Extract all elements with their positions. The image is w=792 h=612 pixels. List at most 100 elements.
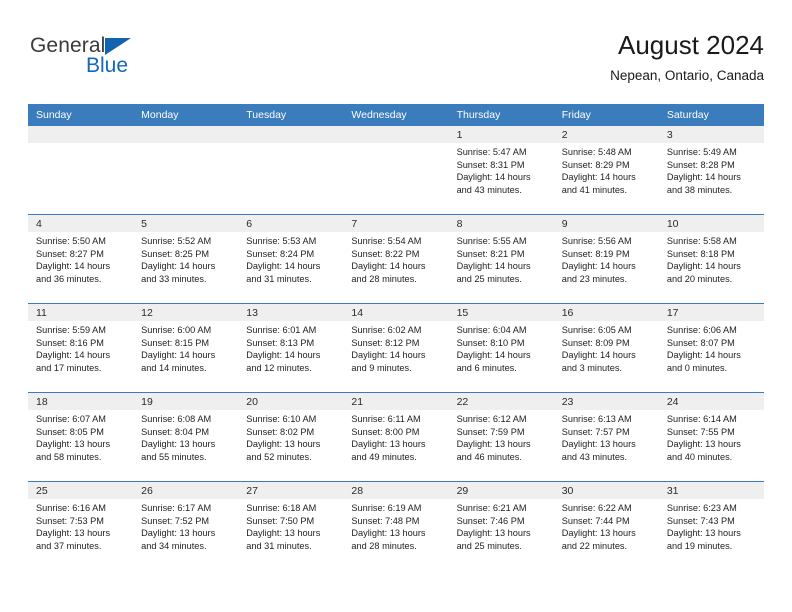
day-cell[interactable]: 8 Sunrise: 5:55 AM Sunset: 8:21 PM Dayli… [448,214,554,304]
sunset-text: Sunset: 8:16 PM [36,337,104,348]
day-cell[interactable]: 4 Sunrise: 5:50 AM Sunset: 8:27 PM Dayli… [28,214,134,304]
weekday-header-monday: Monday [133,104,239,126]
sunrise-text: Sunrise: 6:18 AM [246,503,317,513]
daylight-text-line2: and 31 minutes. [246,540,312,551]
daylight-text-line1: Daylight: 13 hours [246,439,321,450]
day-cell[interactable]: 18 Sunrise: 6:07 AM Sunset: 8:05 PM Dayl… [28,392,134,482]
day-cell[interactable]: 28 Sunrise: 6:19 AM Sunset: 7:48 PM Dayl… [343,481,449,570]
day-cell[interactable]: 6 Sunrise: 5:53 AM Sunset: 8:24 PM Dayli… [238,214,344,304]
day-cell[interactable]: 21 Sunrise: 6:11 AM Sunset: 8:00 PM Dayl… [343,392,449,482]
calendar-grid: Sunday Monday Tuesday Wednesday Thursday… [28,104,764,570]
day-cell[interactable]: 13 Sunrise: 6:01 AM Sunset: 8:13 PM Dayl… [238,303,344,393]
daylight-text-line2: and 25 minutes. [456,273,522,284]
day-cell[interactable]: 5 Sunrise: 5:52 AM Sunset: 8:25 PM Dayli… [133,214,239,304]
brand-name-general: General [30,34,106,57]
day-number: 22 [448,393,554,410]
sunrise-text: Sunrise: 6:14 AM [666,414,737,424]
day-cell[interactable]: 16 Sunrise: 6:05 AM Sunset: 8:09 PM Dayl… [553,303,659,393]
brand-logo[interactable]: General Blue [30,34,230,90]
day-cell[interactable]: 29 Sunrise: 6:21 AM Sunset: 7:46 PM Dayl… [448,481,554,570]
sunset-text: Sunset: 8:21 PM [456,248,525,259]
sunset-text: Sunset: 8:12 PM [351,337,420,348]
day-cell[interactable]: 12 Sunrise: 6:00 AM Sunset: 8:15 PM Dayl… [133,303,239,393]
day-cell[interactable]: 24 Sunrise: 6:14 AM Sunset: 7:55 PM Dayl… [658,392,764,482]
daylight-text-line1: Daylight: 14 hours [351,261,426,272]
day-number: 23 [553,393,659,410]
day-number: 10 [658,215,764,232]
sunset-text: Sunset: 8:25 PM [141,248,210,259]
sunrise-text: Sunrise: 5:54 AM [351,236,422,246]
day-cell[interactable]: 26 Sunrise: 6:17 AM Sunset: 7:52 PM Dayl… [133,481,239,570]
sunrise-text: Sunrise: 6:19 AM [351,503,422,513]
day-number [28,126,134,143]
sunset-text: Sunset: 8:15 PM [141,337,210,348]
sunset-text: Sunset: 8:28 PM [666,159,735,170]
sunrise-text: Sunrise: 5:49 AM [666,147,737,157]
daylight-text-line1: Daylight: 13 hours [456,439,531,450]
sunset-text: Sunset: 8:27 PM [36,248,104,259]
sunrise-text: Sunrise: 5:52 AM [141,236,212,246]
sunset-text: Sunset: 7:53 PM [36,515,104,526]
weekday-header-tuesday: Tuesday [238,104,344,126]
daylight-text-line2: and 40 minutes. [666,451,733,462]
day-number: 17 [658,304,764,321]
daylight-text-line2: and 25 minutes. [456,540,522,551]
daylight-text-line1: Daylight: 13 hours [351,528,426,539]
daylight-text-line2: and 49 minutes. [351,451,417,462]
day-number: 15 [448,304,554,321]
day-cell[interactable]: 3 Sunrise: 5:49 AM Sunset: 8:28 PM Dayli… [658,126,764,215]
sunrise-text: Sunrise: 5:58 AM [666,236,737,246]
day-number [238,126,344,143]
sunrise-text: Sunrise: 6:08 AM [141,414,212,424]
day-cell-empty [133,126,239,215]
day-cell[interactable]: 25 Sunrise: 6:16 AM Sunset: 7:53 PM Dayl… [28,481,134,570]
daylight-text-line2: and 20 minutes. [666,273,733,284]
calendar-week-row: 18 Sunrise: 6:07 AM Sunset: 8:05 PM Dayl… [28,392,764,482]
day-number: 25 [28,482,134,499]
daylight-text-line1: Daylight: 13 hours [666,528,741,539]
sunrise-text: Sunrise: 5:59 AM [36,325,106,335]
day-cell[interactable]: 19 Sunrise: 6:08 AM Sunset: 8:04 PM Dayl… [133,392,239,482]
day-number: 2 [553,126,659,143]
day-cell[interactable]: 9 Sunrise: 5:56 AM Sunset: 8:19 PM Dayli… [553,214,659,304]
day-cell[interactable]: 30 Sunrise: 6:22 AM Sunset: 7:44 PM Dayl… [553,481,659,570]
day-cell[interactable]: 23 Sunrise: 6:13 AM Sunset: 7:57 PM Dayl… [553,392,659,482]
day-number: 6 [238,215,344,232]
day-number: 7 [343,215,449,232]
daylight-text-line1: Daylight: 14 hours [141,261,216,272]
day-cell[interactable]: 10 Sunrise: 5:58 AM Sunset: 8:18 PM Dayl… [658,214,764,304]
day-cell[interactable]: 22 Sunrise: 6:12 AM Sunset: 7:59 PM Dayl… [448,392,554,482]
sunrise-text: Sunrise: 6:07 AM [36,414,106,424]
daylight-text-line1: Daylight: 14 hours [456,172,531,183]
day-cell[interactable]: 20 Sunrise: 6:10 AM Sunset: 8:02 PM Dayl… [238,392,344,482]
day-number: 16 [553,304,659,321]
day-cell[interactable]: 7 Sunrise: 5:54 AM Sunset: 8:22 PM Dayli… [343,214,449,304]
daylight-text-line1: Daylight: 14 hours [666,172,741,183]
weekday-header-friday: Friday [553,104,659,126]
day-number: 26 [133,482,239,499]
day-cell[interactable]: 27 Sunrise: 6:18 AM Sunset: 7:50 PM Dayl… [238,481,344,570]
calendar-page: General Blue August 2024 Nepean, Ontario… [0,0,792,612]
sunset-text: Sunset: 7:52 PM [141,515,210,526]
day-cell[interactable]: 2 Sunrise: 5:48 AM Sunset: 8:29 PM Dayli… [553,126,659,215]
sunset-text: Sunset: 8:07 PM [666,337,735,348]
sunset-text: Sunset: 7:46 PM [456,515,525,526]
daylight-text-line1: Daylight: 13 hours [351,439,426,450]
day-number: 5 [133,215,239,232]
day-cell[interactable]: 17 Sunrise: 6:06 AM Sunset: 8:07 PM Dayl… [658,303,764,393]
sunset-text: Sunset: 7:50 PM [246,515,315,526]
daylight-text-line2: and 36 minutes. [36,273,102,284]
sunrise-text: Sunrise: 5:56 AM [561,236,632,246]
daylight-text-line1: Daylight: 14 hours [456,350,531,361]
day-cell[interactable]: 15 Sunrise: 6:04 AM Sunset: 8:10 PM Dayl… [448,303,554,393]
day-cell[interactable]: 31 Sunrise: 6:23 AM Sunset: 7:43 PM Dayl… [658,481,764,570]
sunrise-text: Sunrise: 6:06 AM [666,325,737,335]
day-number: 4 [28,215,134,232]
day-cell[interactable]: 1 Sunrise: 5:47 AM Sunset: 8:31 PM Dayli… [448,126,554,215]
daylight-text-line2: and 43 minutes. [561,451,628,462]
sunrise-text: Sunrise: 5:50 AM [36,236,106,246]
daylight-text-line1: Daylight: 13 hours [141,439,216,450]
day-cell[interactable]: 14 Sunrise: 6:02 AM Sunset: 8:12 PM Dayl… [343,303,449,393]
sunset-text: Sunset: 8:31 PM [456,159,525,170]
day-cell[interactable]: 11 Sunrise: 5:59 AM Sunset: 8:16 PM Dayl… [28,303,134,393]
